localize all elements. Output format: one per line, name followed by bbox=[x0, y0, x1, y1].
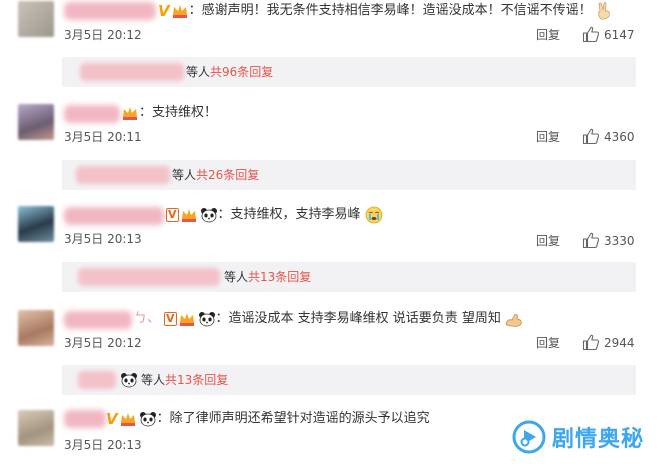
username-tail[interactable]: ㄅ、 bbox=[134, 310, 160, 328]
comment-item: ：支持维权！ 3月5日 20:11 回复 4360 等人 共26条回复 bbox=[0, 102, 659, 194]
sub-replies-suffix: 等人 bbox=[141, 373, 166, 387]
sub-replier-redacted bbox=[78, 268, 220, 286]
reply-button[interactable]: 回复 bbox=[536, 129, 560, 145]
username-redacted[interactable] bbox=[64, 311, 132, 329]
vip-crown-icon bbox=[121, 105, 139, 121]
reply-button[interactable]: 回复 bbox=[536, 335, 560, 351]
username-redacted[interactable] bbox=[64, 2, 156, 20]
thumbs-up-icon bbox=[582, 334, 600, 351]
sub-replies-suffix: 等人 bbox=[224, 270, 249, 284]
crying-emoji-icon bbox=[364, 206, 384, 224]
panda-badge-icon bbox=[198, 311, 216, 327]
reply-button[interactable]: 回复 bbox=[536, 233, 560, 249]
sub-replier-redacted bbox=[78, 371, 116, 389]
vip-crown-icon bbox=[119, 411, 137, 427]
sub-replies-box[interactable]: 等人 共26条回复 bbox=[62, 160, 636, 190]
sub-replies-suffix: 等人 bbox=[186, 65, 211, 79]
watermark-logo-icon bbox=[512, 420, 546, 454]
like-count: 4360 bbox=[604, 129, 635, 144]
comment-timestamp: 3月5日 20:12 bbox=[64, 336, 142, 350]
comment-timestamp: 3月5日 20:13 bbox=[64, 232, 142, 246]
watermark: 剧情奥秘 bbox=[512, 410, 659, 464]
avatar[interactable] bbox=[18, 206, 54, 242]
comment-text: ：支持维权，支持李易峰 bbox=[217, 207, 361, 222]
hand-peace-emoji-icon bbox=[595, 2, 615, 20]
sub-replies-box[interactable]: 等人 共13条回复 bbox=[62, 365, 636, 395]
like-count: 6147 bbox=[604, 27, 635, 42]
username-redacted[interactable] bbox=[64, 410, 106, 428]
comment-text: ：除了律师声明还希望针对造谣的源头予以追究 bbox=[156, 411, 430, 426]
thumbs-up-icon bbox=[582, 232, 600, 249]
sub-replies-box[interactable]: 等人 共96条回复 bbox=[62, 57, 636, 87]
vip-crown-icon bbox=[178, 311, 196, 327]
reply-button[interactable]: 回复 bbox=[536, 27, 560, 43]
like-button[interactable]: 4360 bbox=[582, 128, 635, 145]
comment-item: V ：支持维权，支持李易峰 3月5日 20:13 回复 3330 等人 共13条… bbox=[0, 204, 659, 296]
watermark-text: 剧情奥秘 bbox=[552, 427, 645, 452]
flexed-biceps-emoji-icon bbox=[504, 310, 524, 328]
thumbs-up-icon bbox=[582, 26, 600, 43]
comment-timestamp: 3月5日 20:12 bbox=[64, 28, 142, 42]
verified-v-icon: V bbox=[164, 312, 177, 326]
sub-replier-redacted bbox=[80, 63, 184, 81]
sub-replies-suffix: 等人 bbox=[172, 168, 197, 182]
like-count: 2944 bbox=[604, 335, 635, 350]
like-button[interactable]: 6147 bbox=[582, 26, 635, 43]
avatar[interactable] bbox=[18, 104, 54, 140]
comment-text: ：感谢声明！我无条件支持相信李易峰！造谣没成本！不信谣不传谣！ bbox=[188, 3, 592, 18]
verified-v-icon: V bbox=[106, 410, 118, 428]
view-more-replies-link[interactable]: 共26条回复 bbox=[196, 167, 259, 183]
like-button[interactable]: 3330 bbox=[582, 232, 635, 249]
username-redacted[interactable] bbox=[64, 105, 120, 123]
panda-badge-icon bbox=[139, 411, 157, 427]
view-more-replies-link[interactable]: 共13条回复 bbox=[248, 269, 311, 285]
avatar[interactable] bbox=[18, 410, 54, 446]
view-more-replies-link[interactable]: 共13条回复 bbox=[165, 372, 228, 388]
view-more-replies-link[interactable]: 共96条回复 bbox=[210, 64, 273, 80]
thumbs-up-icon bbox=[582, 128, 600, 145]
verified-v-icon: V bbox=[158, 2, 170, 20]
panda-badge-icon bbox=[200, 207, 218, 223]
like-count: 3330 bbox=[604, 233, 635, 248]
avatar[interactable] bbox=[18, 1, 54, 37]
comment-item: ㄅ、 V ：造谣没成本 支持李易峰维权 说话要负责 望周知 3月5日 20:12… bbox=[0, 308, 659, 400]
panda-badge-icon bbox=[120, 372, 138, 388]
like-button[interactable]: 2944 bbox=[582, 334, 635, 351]
verified-v-icon: V bbox=[166, 208, 179, 222]
comment-timestamp: 3月5日 20:13 bbox=[64, 438, 142, 452]
sub-replier-redacted bbox=[76, 166, 170, 184]
comment-text: ：造谣没成本 支持李易峰维权 说话要负责 望周知 bbox=[215, 311, 501, 326]
comment-item: V ：感谢声明！我无条件支持相信李易峰！造谣没成本！不信谣不传谣！ 3月5日 2… bbox=[0, 0, 659, 92]
avatar[interactable] bbox=[18, 310, 54, 346]
sub-replies-box[interactable]: 等人 共13条回复 bbox=[62, 262, 636, 292]
comment-text: ：支持维权！ bbox=[139, 105, 218, 120]
vip-crown-icon bbox=[180, 207, 198, 223]
vip-crown-icon bbox=[171, 3, 189, 19]
comment-timestamp: 3月5日 20:11 bbox=[64, 130, 142, 144]
username-redacted[interactable] bbox=[64, 207, 164, 225]
